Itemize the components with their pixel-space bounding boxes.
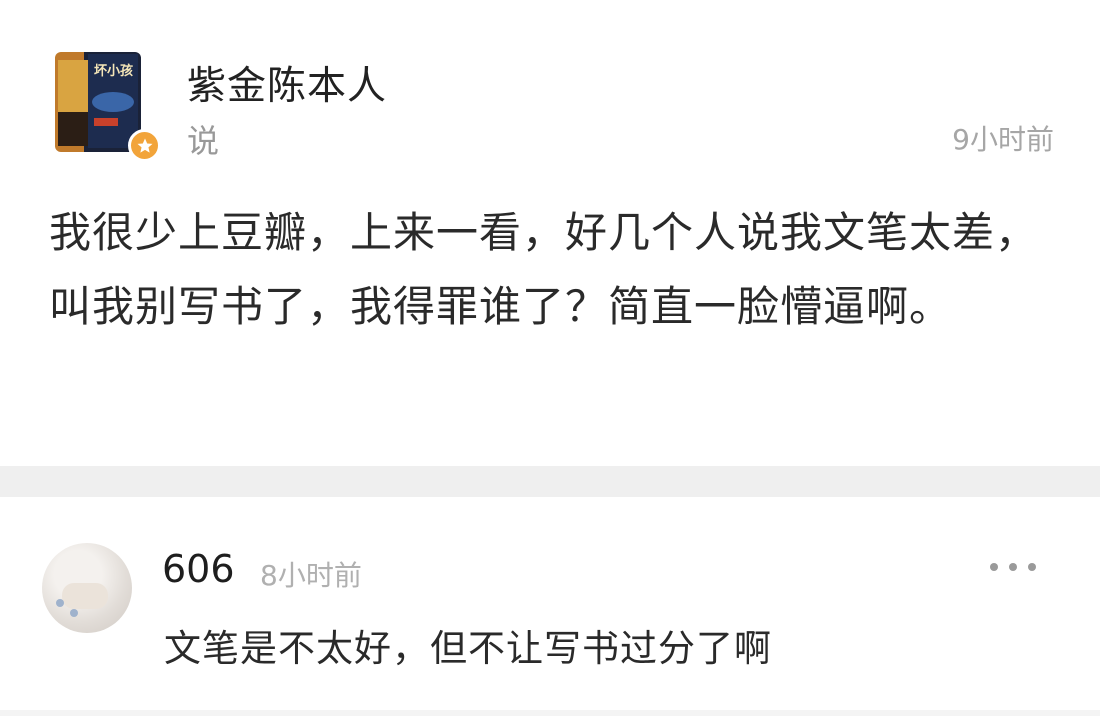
star-badge-icon <box>128 129 161 162</box>
author-avatar[interactable]: 坏小孩 <box>55 52 161 164</box>
book-cover-title: 坏小孩 <box>94 64 134 79</box>
comment-body: 文笔是不太好，但不让写书过分了啊 <box>164 627 772 670</box>
post-author-name[interactable]: 紫金陈本人 <box>187 55 387 111</box>
book-cover-image: 坏小孩 <box>55 52 141 152</box>
comment-timestamp: 8小时前 <box>260 559 362 592</box>
commenter-name[interactable]: 606 <box>162 547 235 591</box>
post-timestamp: 9小时前 <box>952 123 1054 156</box>
post-body: 我很少上豆瓣，上来一看，好几个人说我文笔太差，叫我别写书了，我得罪谁了？简直一脸… <box>49 208 1039 331</box>
bottom-divider <box>0 710 1100 716</box>
book-cover-left <box>58 60 88 146</box>
post-author-action: 说 <box>187 122 220 160</box>
comment-item: 606 8小时前 文笔是不太好，但不让写书过分了啊 <box>0 497 1100 716</box>
more-dots-icon[interactable] <box>990 559 1036 575</box>
commenter-avatar[interactable] <box>42 543 132 633</box>
section-divider <box>0 466 1100 497</box>
book-cover-right: 坏小孩 <box>88 54 138 148</box>
post-card: 坏小孩 紫金陈本人 说 9小时前 我很少上豆瓣，上来一看，好几个人说我文笔太差，… <box>0 0 1100 466</box>
